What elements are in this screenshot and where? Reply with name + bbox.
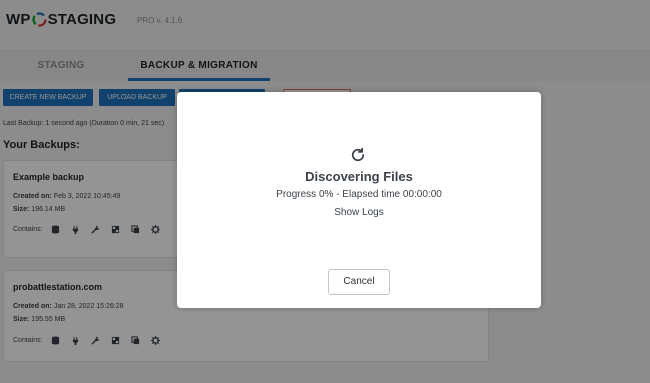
show-logs-link[interactable]: Show Logs	[177, 207, 541, 218]
page: WP STAGING PRO v. 4.1.6 STAGING BACKUP &…	[0, 0, 650, 383]
discovering-files-modal: Discovering Files Progress 0% - Elapsed …	[177, 92, 541, 308]
modal-title: Discovering Files	[305, 169, 413, 184]
cancel-button[interactable]: Cancel	[328, 269, 390, 295]
modal-progress: Progress 0% - Elapsed time 00:00:00	[276, 189, 442, 200]
refresh-icon	[349, 146, 367, 164]
